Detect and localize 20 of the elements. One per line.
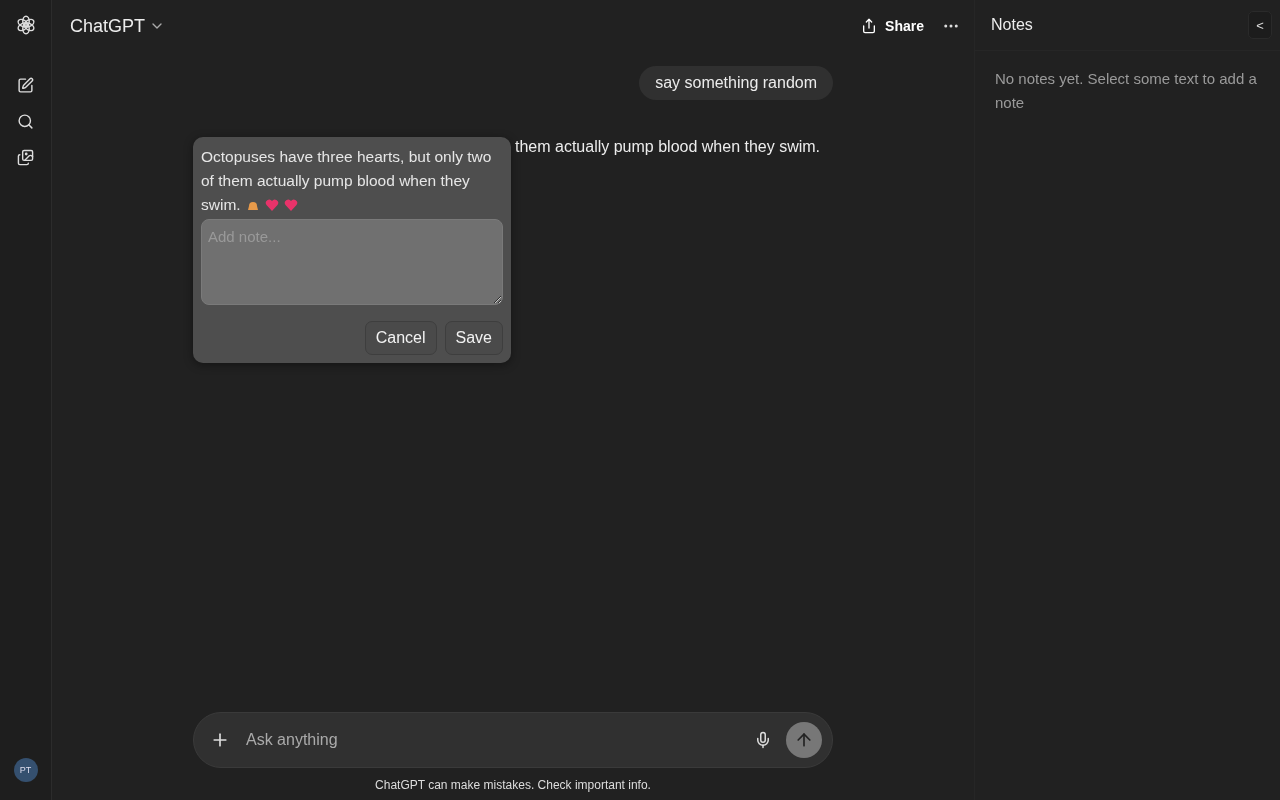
send-button[interactable]: [786, 722, 822, 758]
user-message: say something random: [639, 66, 833, 100]
notes-title: Notes: [991, 16, 1033, 34]
share-button[interactable]: Share: [857, 14, 928, 38]
microphone-icon[interactable]: [754, 731, 772, 749]
heart-icon: [264, 198, 279, 212]
empty-notes-message: No notes yet. Select some text to add a note: [994, 69, 1258, 113]
model-selector[interactable]: ChatGPT: [70, 15, 166, 37]
cancel-button[interactable]: Cancel: [364, 321, 437, 355]
message-input[interactable]: Ask anything: [244, 730, 740, 750]
logo-icon[interactable]: [14, 14, 37, 36]
collapse-button[interactable]: <: [1248, 11, 1272, 39]
heart-icon: [283, 198, 298, 212]
quoted-text: Octopuses have three hearts, but only two of them actually pump blood when they swim.: [201, 147, 493, 215]
share-icon: [861, 18, 878, 34]
assistant-message: them actually pump blood when they swim.: [515, 138, 821, 155]
user-avatar[interactable]: PT: [13, 758, 38, 782]
save-button[interactable]: Save: [444, 321, 503, 355]
composer[interactable]: Ask anything: [193, 712, 833, 768]
disclaimer: ChatGPT can make mistakes. Check important info.: [374, 777, 652, 794]
